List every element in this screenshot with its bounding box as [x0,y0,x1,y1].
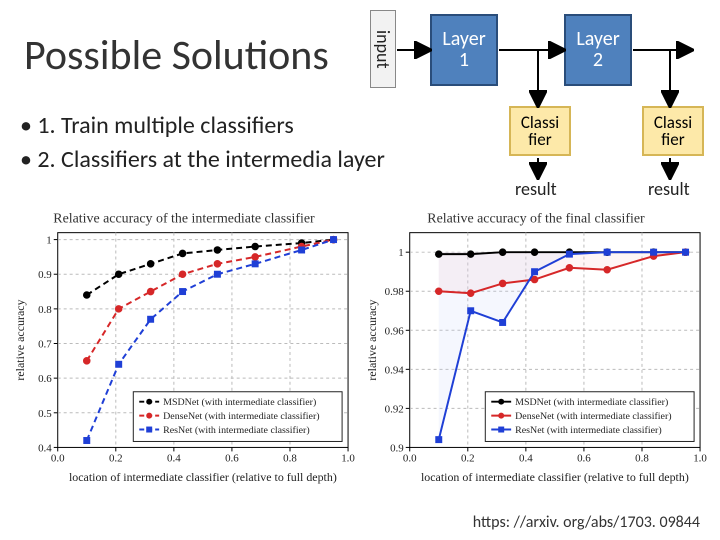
svg-text:1.0: 1.0 [693,452,707,464]
svg-text:0.8: 0.8 [283,452,297,464]
svg-text:0.4: 0.4 [519,452,533,464]
svg-text:0.9: 0.9 [38,269,52,281]
svg-text:0.4: 0.4 [167,452,181,464]
svg-text:DenseNet (with intermediate cl: DenseNet (with intermediate classifier) [515,411,671,422]
svg-text:0.8: 0.8 [635,452,649,464]
svg-text:relative accuracy: relative accuracy [13,299,27,380]
svg-text:0.94: 0.94 [385,364,405,376]
svg-text:MSDNet (with intermediate clas: MSDNet (with intermediate classifier) [515,397,668,408]
svg-text:0.6: 0.6 [38,373,52,385]
svg-text:0.98: 0.98 [385,286,405,298]
svg-text:ResNet (with intermediate clas: ResNet (with intermediate classifier) [163,425,310,436]
svg-text:DenseNet (with intermediate cl: DenseNet (with intermediate classifier) [163,411,319,422]
svg-text:location of intermediate class: location of intermediate classifier (rel… [421,470,689,484]
slide-title: Possible Solutions [24,30,329,81]
bullet-2: • 2. Classifiers at the intermedia layer [20,144,385,176]
svg-text:0.2: 0.2 [109,452,123,464]
bullets: • 1. Train multiple classifiers • 2. Cla… [20,110,385,179]
svg-text:1: 1 [46,235,51,247]
svg-text:MSDNet (with intermediate clas: MSDNet (with intermediate classifier) [163,397,316,408]
svg-text:0.4: 0.4 [38,442,52,454]
svg-text:0.0: 0.0 [403,452,417,464]
svg-text:relative accuracy: relative accuracy [365,299,379,380]
svg-text:0.8: 0.8 [38,304,52,316]
svg-text:Relative accuracy of the final: Relative accuracy of the final classifie… [427,212,645,227]
svg-text:location of intermediate class: location of intermediate classifier (rel… [69,470,337,484]
network-diagram: input Layer 1 Layer 2 Classi fier Classi… [370,10,710,200]
svg-text:0.6: 0.6 [577,452,591,464]
svg-text:Relative accuracy of the inter: Relative accuracy of the intermediate cl… [53,212,315,227]
svg-text:ResNet (with intermediate clas: ResNet (with intermediate classifier) [515,425,662,436]
arrow-icon [370,10,710,210]
chart-left: Relative accuracy of the intermediate cl… [10,208,358,488]
svg-text:1.0: 1.0 [341,452,355,464]
svg-text:0.5: 0.5 [38,408,52,420]
bullet-1: • 1. Train multiple classifiers [20,110,385,142]
svg-text:1: 1 [398,247,403,259]
chart-right: Relative accuracy of the final classifie… [362,208,710,488]
svg-text:0.0: 0.0 [51,452,65,464]
svg-text:0.2: 0.2 [461,452,475,464]
citation: https: //arxiv. org/abs/1703. 09844 [473,513,700,532]
svg-text:0.6: 0.6 [225,452,239,464]
charts: Relative accuracy of the intermediate cl… [10,208,710,493]
svg-text:0.96: 0.96 [385,325,405,337]
svg-text:0.92: 0.92 [385,403,404,415]
svg-text:0.7: 0.7 [38,338,52,350]
svg-text:0.9: 0.9 [390,442,404,454]
